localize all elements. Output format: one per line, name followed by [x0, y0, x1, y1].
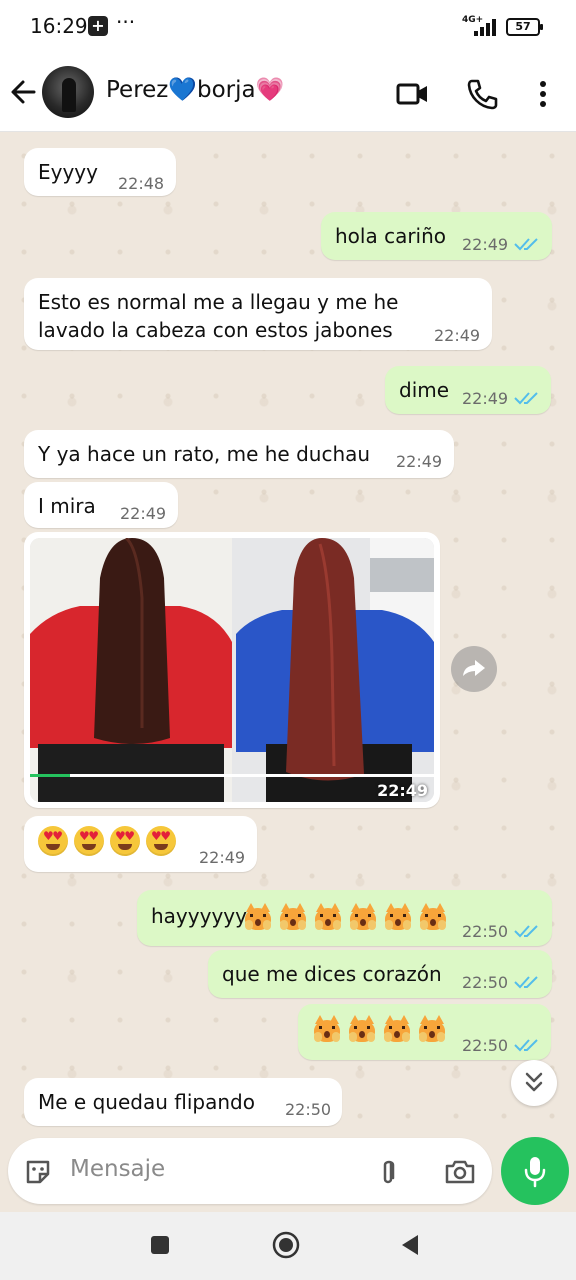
camera-icon[interactable]: [442, 1154, 478, 1190]
weary-cat-emoji: [418, 902, 448, 932]
video-call-icon[interactable]: [392, 74, 432, 114]
attach-icon[interactable]: [370, 1154, 406, 1190]
message-incoming[interactable]: Me e quedau flipando 22:50: [24, 1078, 342, 1126]
weary-cat-emoji: [382, 1014, 412, 1044]
message-time: 22:50: [285, 1100, 332, 1119]
message-outgoing[interactable]: 22:50: [298, 1004, 551, 1060]
weary-cat-emoji: [313, 902, 343, 932]
read-ticks-icon: [514, 1039, 538, 1052]
read-ticks-icon: [514, 392, 538, 405]
system-nav-bar: [0, 1212, 576, 1280]
scroll-down-icon[interactable]: [511, 1060, 557, 1106]
message-text: hola cariño: [335, 224, 447, 248]
weary-cat-emoji: [348, 902, 378, 932]
message-text: dime: [399, 378, 450, 402]
weary-cat-emoji: [312, 1014, 342, 1044]
message-text: Eyyyy: [38, 160, 98, 184]
message-outgoing[interactable]: hayyyyyy 22:50: [137, 890, 552, 946]
message-time: 22:49: [120, 504, 167, 523]
hair-comparison-photo[interactable]: [30, 538, 434, 802]
weary-cat-emoji: [243, 902, 273, 932]
contact-avatar[interactable]: [42, 66, 94, 118]
read-ticks-icon: [514, 976, 538, 989]
message-time: 22:49: [377, 781, 428, 800]
chat-area[interactable]: Eyyyy 22:48 hola cariño 22:49 Esto es no…: [0, 132, 576, 1136]
message-input[interactable]: Mensaje: [70, 1156, 165, 1182]
contact-name[interactable]: Perez💙borja💗: [106, 76, 284, 103]
read-ticks-icon: [514, 238, 538, 251]
message-time: 22:49: [434, 326, 481, 345]
message-text: que me dices corazón: [222, 962, 442, 986]
heart-eyes-emoji: [38, 826, 68, 856]
heart-eyes-emoji: [74, 826, 104, 856]
recents-icon[interactable]: [145, 1230, 175, 1260]
message-incoming[interactable]: Y ya hace un rato, me he duchau 22:49: [24, 430, 454, 478]
message-time: 22:50: [462, 922, 509, 941]
message-time: 22:49: [462, 235, 509, 254]
emoji-row: [312, 1014, 447, 1044]
read-ticks-icon: [514, 925, 538, 938]
message-time: 22:50: [462, 973, 509, 992]
home-icon[interactable]: [271, 1230, 301, 1260]
heart-eyes-emoji: [146, 826, 176, 856]
signal-icon: [474, 18, 498, 36]
message-text: hayyyyyy: [151, 904, 247, 928]
status-time: 16:29: [30, 14, 88, 38]
message-time: 22:49: [462, 389, 509, 408]
message-time: 22:50: [462, 1036, 509, 1055]
message-text: Esto es normal me a llegau y me he lavad…: [38, 290, 399, 342]
weary-cat-emoji: [417, 1014, 447, 1044]
app-notification-icon: +: [88, 16, 108, 36]
voice-message-button[interactable]: [501, 1137, 569, 1205]
message-incoming[interactable]: 22:49: [24, 816, 257, 872]
image-message[interactable]: 22:49: [24, 532, 440, 808]
message-text: I mira: [38, 494, 96, 518]
battery-icon: 57: [506, 18, 543, 36]
heart-eyes-emoji: [110, 826, 140, 856]
emoji-row: [243, 902, 448, 932]
message-text: Y ya hace un rato, me he duchau: [38, 442, 371, 466]
message-incoming[interactable]: I mira 22:49: [24, 482, 178, 528]
sticker-icon[interactable]: [20, 1154, 56, 1190]
message-time: 22:49: [396, 452, 443, 471]
back-arrow-icon[interactable]: [8, 72, 42, 112]
message-outgoing[interactable]: que me dices corazón 22:50: [208, 950, 552, 998]
message-text: Me e quedau flipando: [38, 1090, 255, 1114]
message-incoming[interactable]: Eyyyy 22:48: [24, 148, 176, 196]
message-outgoing[interactable]: dime 22:49: [385, 366, 551, 414]
forward-icon[interactable]: [451, 646, 497, 692]
phone-icon[interactable]: [462, 74, 502, 114]
message-time: 22:48: [118, 174, 165, 193]
emoji-row: [38, 826, 176, 856]
weary-cat-emoji: [347, 1014, 377, 1044]
weary-cat-emoji: [278, 902, 308, 932]
mic-icon: [524, 1157, 546, 1188]
back-nav-icon[interactable]: [396, 1230, 426, 1260]
message-time: 22:49: [199, 848, 246, 867]
more-notifications-indicator: ···: [116, 10, 136, 34]
message-field[interactable]: Mensaje: [8, 1138, 492, 1204]
chat-header: Perez💙borja💗: [0, 54, 576, 132]
message-incoming[interactable]: Esto es normal me a llegau y me he lavad…: [24, 278, 492, 350]
message-composer: Mensaje: [0, 1136, 576, 1212]
more-vert-icon[interactable]: [524, 74, 564, 114]
message-outgoing[interactable]: hola cariño 22:49: [321, 212, 552, 260]
weary-cat-emoji: [383, 902, 413, 932]
status-bar: 16:29 + ··· 4G+ 57: [0, 0, 576, 54]
